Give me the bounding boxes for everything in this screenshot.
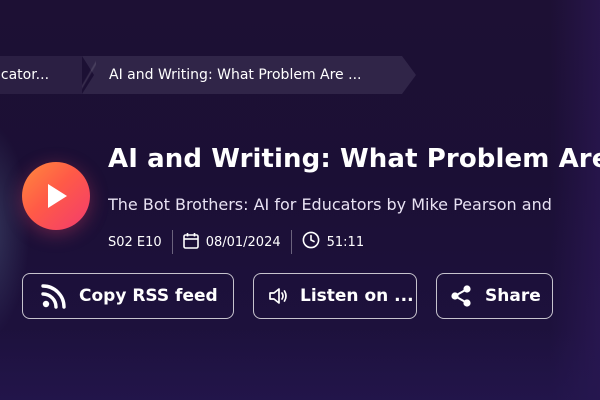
breadcrumb-item-label: ucator... xyxy=(0,67,50,83)
play-button[interactable] xyxy=(22,162,90,230)
breadcrumb-item-podcast[interactable]: ucator... xyxy=(0,56,82,94)
meta-divider xyxy=(290,230,292,254)
episode-date: 08/01/2024 xyxy=(182,230,281,254)
breadcrumb-item-label: AI and Writing: What Problem Are ... xyxy=(109,67,362,83)
season-episode-text: S02 E10 xyxy=(108,234,162,250)
podcast-subtitle: The Bot Brothers: AI for Educators by Mi… xyxy=(108,195,552,214)
listen-on-label: Listen on ... xyxy=(300,286,414,306)
episode-duration: 51:11 xyxy=(302,230,364,254)
rss-icon xyxy=(41,283,67,309)
speaker-icon xyxy=(268,286,288,306)
breadcrumb-separator xyxy=(82,56,96,94)
breadcrumb: ucator... AI and Writing: What Problem A… xyxy=(0,56,416,94)
share-label: Share xyxy=(485,286,541,306)
episode-date-text: 08/01/2024 xyxy=(205,234,281,250)
calendar-icon xyxy=(182,232,199,253)
listen-on-button[interactable]: Listen on ... xyxy=(253,273,417,319)
background-glow-bottom xyxy=(0,330,600,400)
clock-icon xyxy=(302,231,320,253)
meta-divider xyxy=(171,230,173,254)
episode-duration-text: 51:11 xyxy=(326,234,365,250)
share-icon xyxy=(449,284,473,308)
episode-title: AI and Writing: What Problem Are W xyxy=(108,144,600,174)
copy-rss-feed-button[interactable]: Copy RSS feed xyxy=(22,273,234,319)
copy-rss-feed-label: Copy RSS feed xyxy=(79,286,218,306)
season-episode: S02 E10 xyxy=(108,230,162,254)
episode-meta: S02 E10 08/01/2024 51:11 xyxy=(108,230,364,254)
play-icon xyxy=(48,184,67,208)
share-button[interactable]: Share xyxy=(436,273,553,319)
episode-page: ucator... AI and Writing: What Problem A… xyxy=(0,0,600,400)
